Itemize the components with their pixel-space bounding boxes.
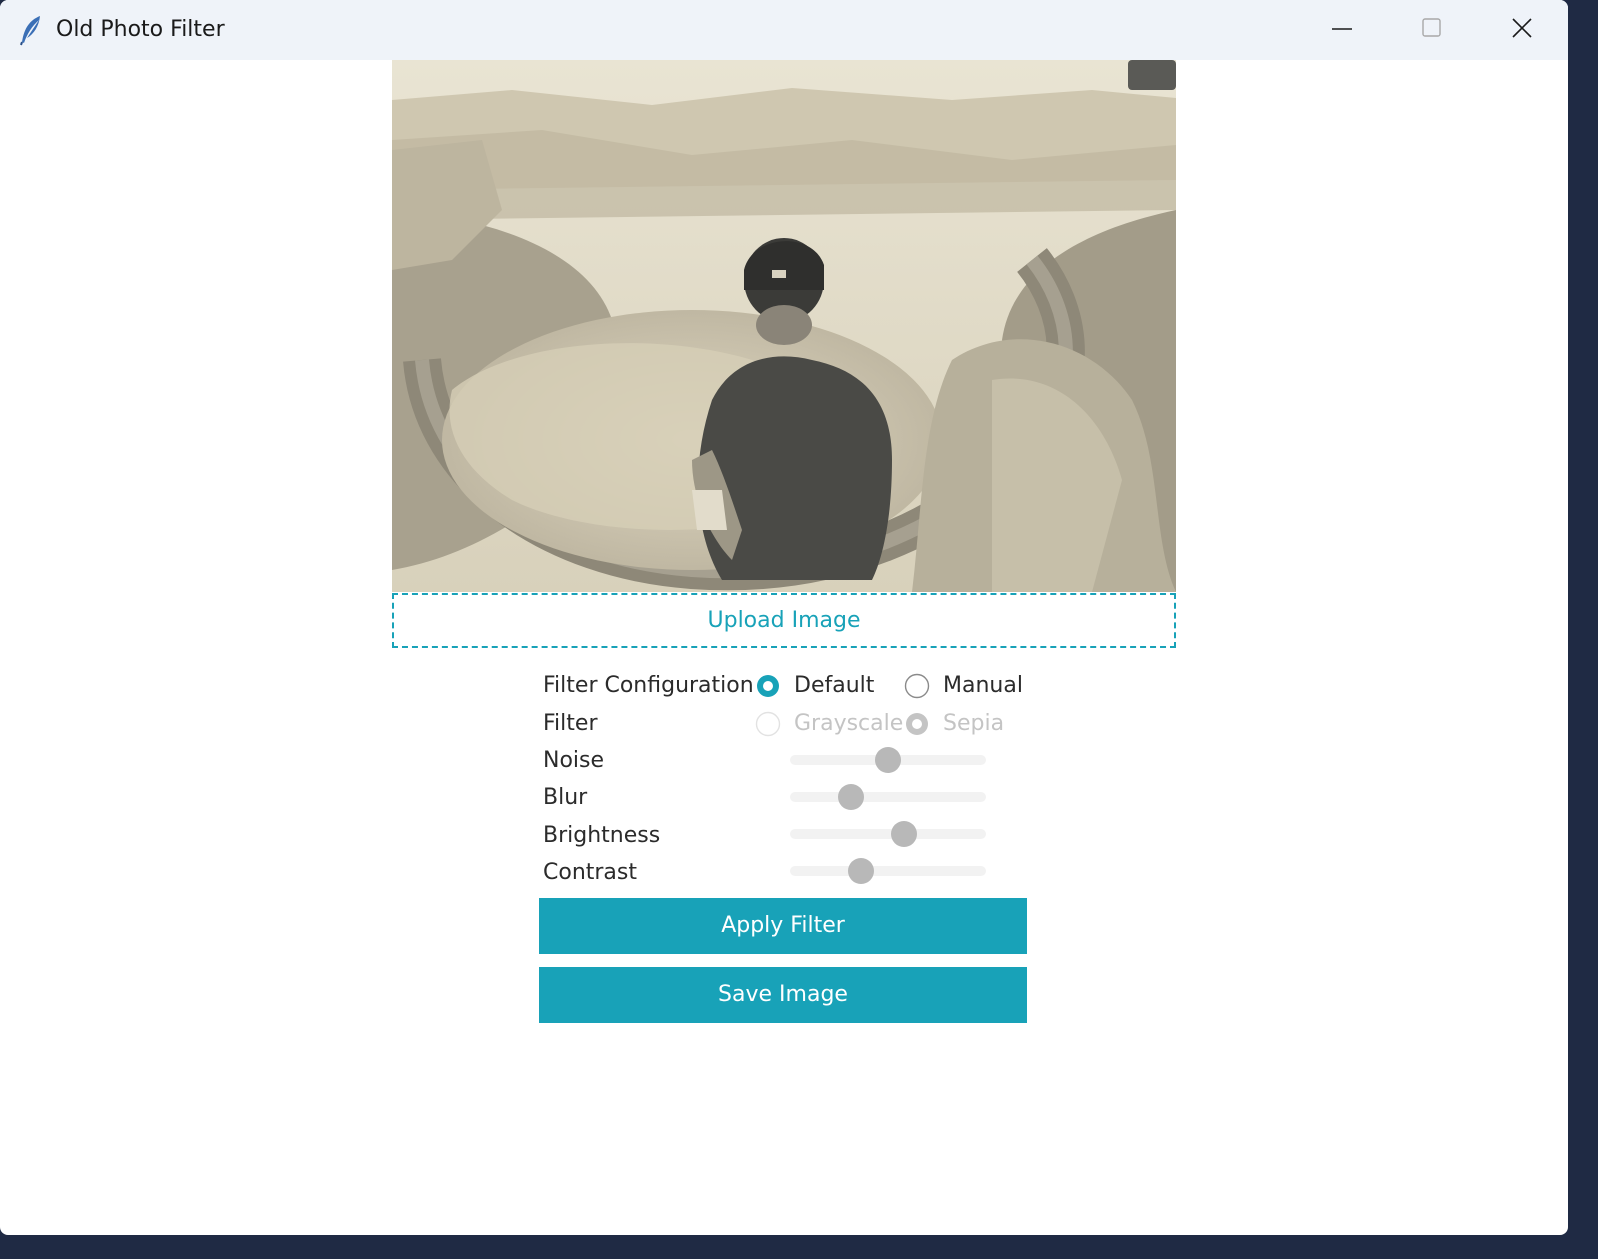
brightness-slider[interactable] — [790, 821, 986, 847]
close-button[interactable] — [1477, 0, 1567, 60]
slider-track — [790, 829, 986, 839]
slider-thumb[interactable] — [890, 821, 917, 847]
blur-slider[interactable] — [790, 784, 986, 810]
minimize-icon — [1332, 28, 1352, 30]
radio-manual-label: Manual — [943, 673, 1023, 698]
contrast-label: Contrast — [543, 860, 638, 885]
noise-slider[interactable] — [790, 747, 986, 773]
radio-selected-icon — [757, 675, 779, 697]
radio-default-label: Default — [794, 673, 875, 698]
blur-label: Blur — [543, 785, 588, 810]
contrast-slider[interactable] — [790, 858, 986, 884]
filter-label: Filter — [543, 711, 598, 736]
radio-disabled-icon — [755, 711, 781, 737]
slider-thumb[interactable] — [875, 747, 901, 773]
radio-selected-disabled-icon — [906, 713, 928, 735]
title-bar[interactable]: Old Photo Filter — [0, 0, 1568, 60]
apply-filter-button[interactable]: Apply Filter — [539, 898, 1027, 954]
maximize-icon — [1422, 18, 1441, 37]
minimize-button[interactable] — [1297, 0, 1387, 60]
radio-sepia-label: Sepia — [943, 711, 1005, 736]
filter-configuration-label: Filter Configuration — [543, 673, 754, 698]
save-image-button[interactable]: Save Image — [539, 967, 1027, 1023]
maximize-button[interactable] — [1387, 0, 1477, 60]
radio-grayscale[interactable] — [755, 711, 781, 737]
brightness-label: Brightness — [543, 823, 661, 848]
slider-track — [790, 866, 986, 876]
radio-unselected-icon — [904, 673, 930, 699]
noise-label: Noise — [543, 748, 605, 773]
app-window: Old Photo Filter Upload Image Filter Con… — [0, 0, 1568, 1235]
radio-manual[interactable] — [904, 673, 930, 699]
feather-icon — [18, 14, 44, 46]
slider-thumb[interactable] — [837, 784, 864, 810]
window-title: Old Photo Filter — [56, 17, 225, 42]
slider-thumb[interactable] — [847, 858, 874, 884]
radio-sepia[interactable] — [904, 711, 930, 737]
upload-image-button[interactable]: Upload Image — [392, 593, 1176, 648]
slider-track — [790, 792, 986, 802]
close-icon — [1512, 18, 1532, 38]
radio-default[interactable] — [755, 673, 781, 699]
radio-grayscale-label: Grayscale — [794, 711, 904, 736]
photo-preview — [392, 60, 1176, 592]
